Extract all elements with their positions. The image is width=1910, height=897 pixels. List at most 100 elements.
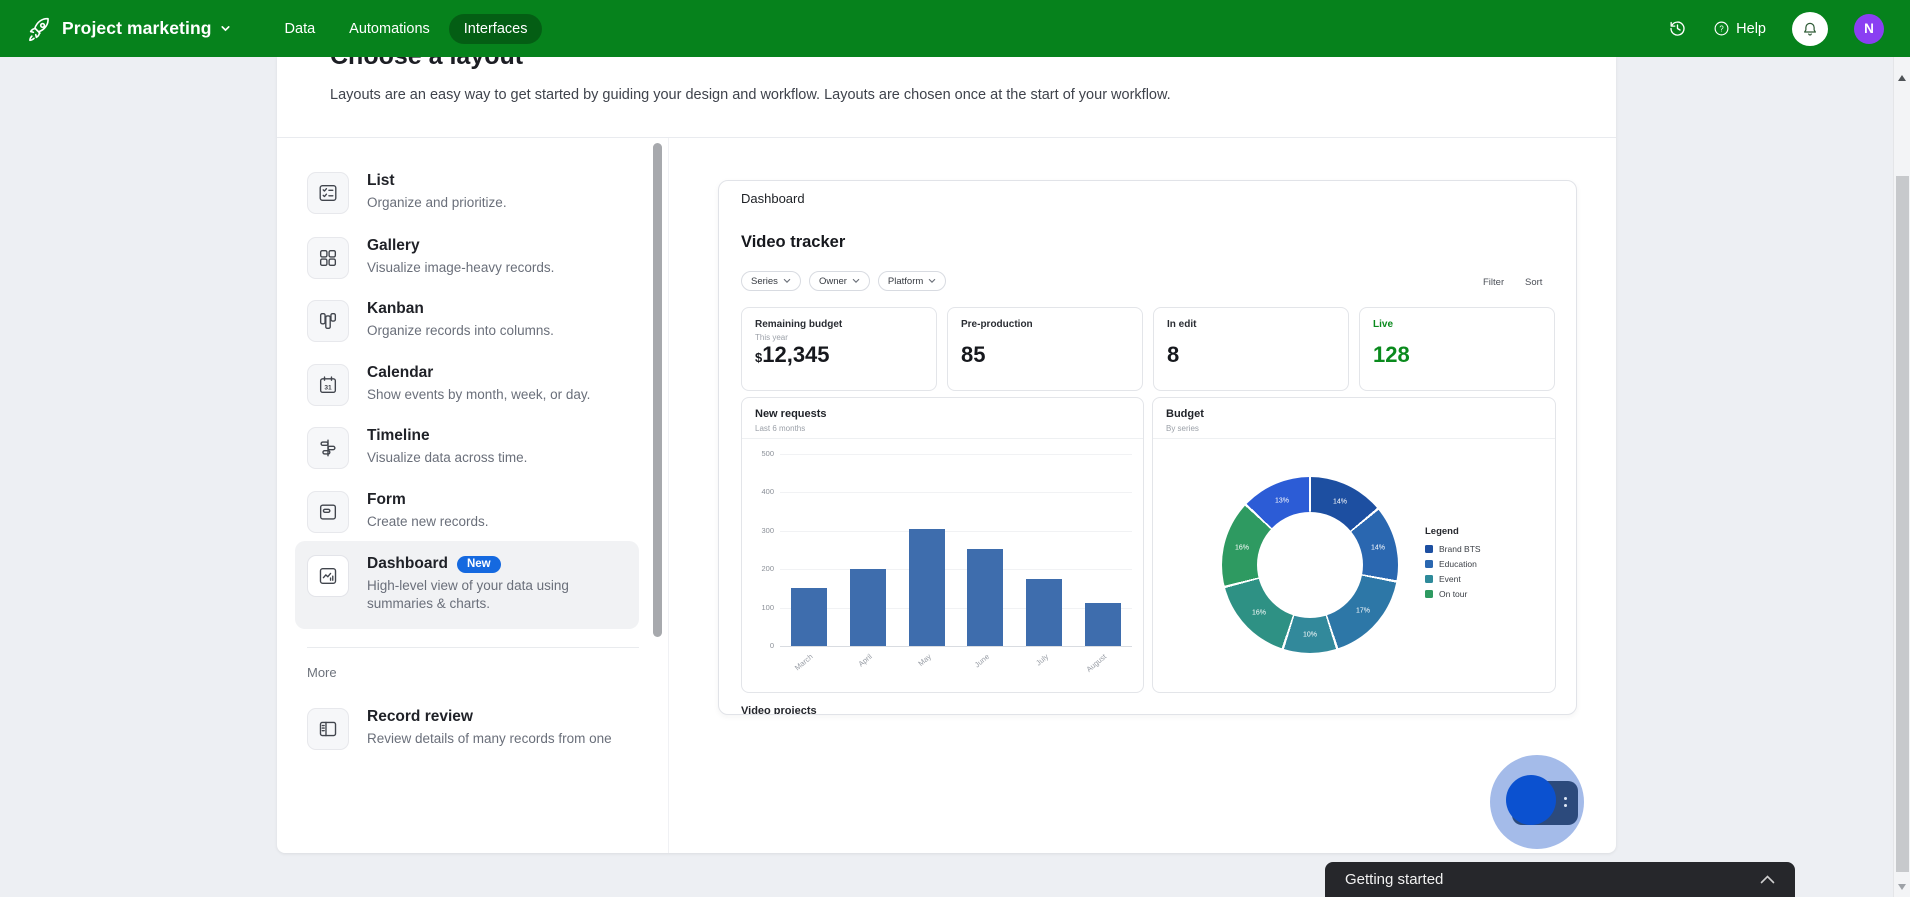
stat-card-pre-production: Pre-production 85 (947, 307, 1143, 391)
legend-label: Event (1439, 574, 1461, 584)
layout-item-label: List (367, 172, 395, 190)
toast-label: Getting started (1345, 871, 1760, 888)
layout-item-description: Organize and prioritize. (367, 194, 633, 212)
preview-pill-platform: Platform (878, 271, 946, 291)
scroll-down-arrow-icon[interactable] (1898, 884, 1906, 890)
x-axis-label: March (793, 652, 815, 672)
chevron-down-icon[interactable] (219, 22, 232, 35)
x-axis-label: July (1034, 652, 1050, 667)
page-title: Choose a layout (330, 57, 523, 71)
notifications-button[interactable] (1792, 12, 1828, 46)
sidebar-scrollbar-thumb[interactable] (653, 143, 662, 637)
x-axis-label: June (973, 652, 991, 669)
chart-header-divider (1153, 438, 1555, 439)
tab-interfaces[interactable]: Interfaces (449, 14, 543, 44)
calendar-icon: 31 (307, 364, 349, 406)
layout-item-label: Calendar (367, 364, 433, 382)
stat-card-live: Live 128 (1359, 307, 1555, 391)
chat-orb-icon (1506, 775, 1556, 825)
timeline-icon (307, 427, 349, 469)
stat-value: 8 (1167, 342, 1179, 368)
sidebar-item-timeline[interactable]: Timeline Visualize data across time. (295, 418, 639, 478)
app-title[interactable]: Project marketing (62, 18, 212, 39)
stat-value: $12,345 (755, 342, 830, 368)
stat-card-remaining-budget: Remaining budget This year $12,345 (741, 307, 937, 391)
choose-layout-panel: Choose a layout Layouts are an easy way … (277, 57, 1616, 853)
avatar[interactable]: N (1854, 14, 1884, 44)
stat-label: Live (1373, 319, 1393, 330)
donut-percent-label: 10% (1303, 632, 1317, 639)
scroll-up-arrow-icon[interactable] (1898, 75, 1906, 81)
preview-sort-label: Sort (1525, 277, 1542, 288)
stat-value: 85 (961, 342, 985, 368)
gallery-icon (307, 237, 349, 279)
chat-dot (1564, 804, 1567, 807)
sidebar-item-record-review[interactable]: Record review Review details of many rec… (295, 699, 639, 757)
rocket-logo-icon[interactable] (26, 16, 52, 42)
bar-july (1026, 579, 1062, 646)
dashboard-preview: Dashboard Video tracker Series Owner Platf… (718, 180, 1577, 715)
layout-item-description: Organize records into columns. (367, 322, 633, 340)
donut-chart-title: Budget (1166, 408, 1204, 420)
donut-percent-label: 16% (1252, 610, 1266, 617)
preview-filter-pills: Series Owner Platform (741, 271, 946, 291)
new-badge: New (457, 556, 501, 573)
y-axis-tick: 0 (748, 641, 774, 650)
kanban-icon (307, 300, 349, 342)
form-icon (307, 491, 349, 533)
gridline (780, 569, 1132, 570)
pane-divider (668, 138, 669, 853)
legend-item: Education (1425, 559, 1481, 569)
x-axis-label: April (856, 652, 873, 669)
page-scrollbar[interactable] (1893, 57, 1910, 897)
layout-item-label: Gallery (367, 237, 420, 255)
bar-may (909, 529, 945, 646)
tab-data[interactable]: Data (270, 14, 331, 44)
layout-item-label: Kanban (367, 300, 424, 318)
donut-percent-label: 14% (1371, 545, 1385, 552)
sidebar-item-calendar[interactable]: 31 Calendar Show events by month, week, … (295, 355, 639, 415)
sidebar-item-gallery[interactable]: Gallery Visualize image-heavy records. (295, 228, 639, 288)
bar-august (1085, 603, 1121, 646)
sidebar-item-kanban[interactable]: Kanban Organize records into columns. (295, 291, 639, 351)
history-icon[interactable] (1668, 19, 1687, 38)
header-divider (277, 137, 1616, 138)
bar-april (850, 569, 886, 646)
bar-chart-subtitle: Last 6 months (755, 424, 805, 433)
gridline (780, 454, 1132, 455)
preview-page-title: Video tracker (741, 233, 845, 252)
layout-item-description: Review details of many records from one (367, 730, 633, 748)
donut-percent-label: 16% (1235, 545, 1249, 552)
preview-pill-series: Series (741, 271, 801, 291)
help-label: Help (1736, 21, 1766, 37)
gridline (780, 646, 1132, 647)
preview-pill-owner: Owner (809, 271, 870, 291)
stat-label: Pre-production (961, 319, 1033, 330)
page-scrollbar-thumb[interactable] (1896, 176, 1909, 872)
legend-label: Brand BTS (1439, 544, 1481, 554)
legend-title: Legend (1425, 526, 1481, 537)
layout-item-description: Visualize image-heavy records. (367, 259, 633, 277)
sidebar-item-form[interactable]: Form Create new records. (295, 482, 639, 542)
donut-hole (1257, 512, 1363, 618)
getting-started-toast[interactable]: Getting started (1325, 862, 1795, 897)
chart-header-divider (742, 438, 1143, 439)
help-button[interactable]: ? Help (1713, 20, 1766, 37)
sidebar-item-list[interactable]: List Organize and prioritize. (295, 163, 639, 223)
bar-chart-title: New requests (755, 408, 827, 420)
preview-app-label: Dashboard (741, 191, 805, 206)
more-section-divider (307, 647, 639, 648)
layout-item-description: Show events by month, week, or day. (367, 386, 633, 404)
preview-stats-row: Remaining budget This year $12,345 Pre-p… (741, 307, 1555, 391)
donut-percent-label: 17% (1356, 608, 1370, 615)
tab-automations[interactable]: Automations (334, 14, 445, 44)
sidebar-item-dashboard[interactable]: Dashboard New High-level view of your da… (295, 541, 639, 629)
x-axis-label: May (916, 652, 933, 668)
chevron-up-icon[interactable] (1760, 875, 1775, 884)
assistant-chat-button[interactable] (1490, 755, 1584, 849)
more-label: More (307, 665, 337, 680)
record-review-icon (307, 708, 349, 750)
y-axis-tick: 400 (748, 487, 774, 496)
preview-filter-label: Filter (1483, 277, 1504, 288)
x-axis-label: August (1085, 652, 1109, 674)
